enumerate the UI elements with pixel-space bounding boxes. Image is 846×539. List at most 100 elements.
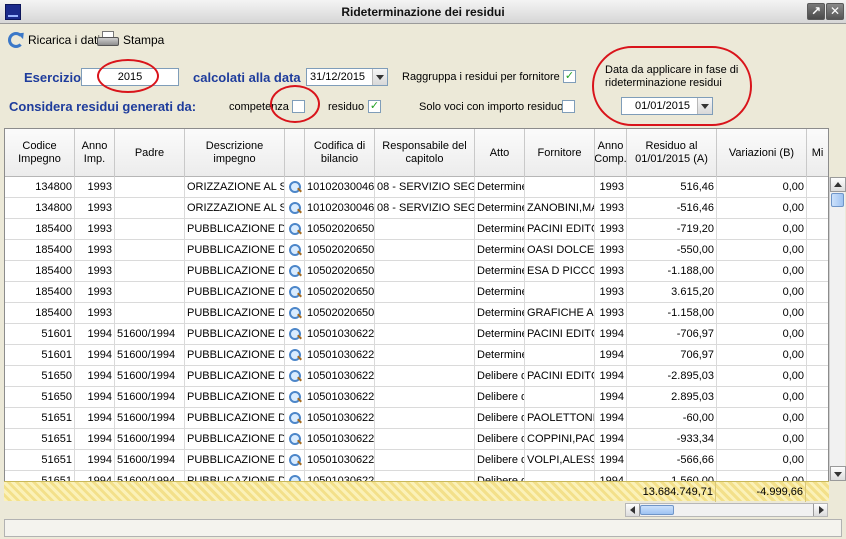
column-header[interactable]: Variazioni (B) <box>717 129 807 177</box>
table-row[interactable]: 1854001993PUBBLICAZIONE DEI10502020650De… <box>5 303 828 324</box>
scroll-down-icon[interactable] <box>830 466 846 481</box>
column-header[interactable]: Codice Impegno <box>5 129 75 177</box>
table-cell: 3.615,20 <box>627 282 717 302</box>
table-cell <box>807 198 828 218</box>
reload-label: Ricarica i dati <box>28 33 101 47</box>
table-row[interactable]: 51650199451600/1994PUBBLICAZIONE DEI1050… <box>5 387 828 408</box>
scroll-right-icon[interactable] <box>813 504 827 516</box>
reload-button[interactable]: Ricarica i dati <box>8 30 100 50</box>
table-cell <box>375 240 475 260</box>
column-header[interactable]: Fornitore <box>525 129 595 177</box>
table-cell <box>807 429 828 449</box>
column-header[interactable]: Mi <box>807 129 828 177</box>
table-row[interactable]: 1854001993PUBBLICAZIONE DEI10502020650De… <box>5 261 828 282</box>
table-row[interactable]: 51651199451600/1994PUBBLICAZIONE DEI1050… <box>5 429 828 450</box>
table-cell: 1993 <box>595 219 627 239</box>
search-icon[interactable] <box>285 198 305 218</box>
residuo-label: residuo <box>328 101 365 113</box>
calcolati-date-value: 31/12/2015 <box>310 71 366 83</box>
table-row[interactable]: 134800 1993 ORIZZAZIONE AL SI 10102030046 08… <box>5 177 828 198</box>
search-icon[interactable] <box>285 282 305 302</box>
esercizio-input[interactable]: 2015 <box>81 68 179 86</box>
scroll-left-icon[interactable] <box>626 504 640 516</box>
table-cell <box>375 303 475 323</box>
column-header[interactable]: Padre <box>115 129 185 177</box>
search-icon[interactable] <box>285 261 305 281</box>
data-applicare-combo[interactable]: 01/01/2015 <box>621 97 713 115</box>
search-icon[interactable] <box>285 240 305 260</box>
table-row[interactable]: 51651199451600/1994PUBBLICAZIONE DEI1050… <box>5 408 828 429</box>
competenza-checkbox[interactable]: ✓ <box>292 100 305 113</box>
table-cell: 1993 <box>75 303 115 323</box>
scroll-up-icon[interactable] <box>830 177 846 192</box>
table-cell: 51600/1994 <box>115 387 185 407</box>
maximize-icon[interactable]: ↗ <box>807 3 825 20</box>
table-cell: PUBBLICAZIONE DEI <box>185 450 285 470</box>
column-header[interactable]: Anno Imp. <box>75 129 115 177</box>
scroll-thumb-horizontal[interactable] <box>640 505 674 515</box>
table-row[interactable]: 1854001993PUBBLICAZIONE DEI10502020650De… <box>5 219 828 240</box>
search-icon[interactable] <box>285 345 305 365</box>
column-header[interactable]: Responsabile del capitolo <box>375 129 475 177</box>
table-row[interactable]: 51651199451600/1994PUBBLICAZIONE DEI1050… <box>5 450 828 471</box>
table-cell: Determine <box>475 345 525 365</box>
print-label: Stampa <box>123 33 165 47</box>
table-cell <box>807 177 828 197</box>
table-cell: 0,00 <box>717 219 807 239</box>
close-icon[interactable]: ✕ <box>826 3 844 20</box>
vertical-scrollbar[interactable] <box>829 177 846 481</box>
table-cell: 134800 <box>5 198 75 218</box>
column-header[interactable] <box>285 129 305 177</box>
calcolati-date-combo[interactable]: 31/12/2015 <box>306 68 388 86</box>
column-header[interactable]: Codifica di bilancio <box>305 129 375 177</box>
table-row[interactable]: 134800 1993 ORIZZAZIONE AL SI 10102030046 08… <box>5 198 828 219</box>
table-row[interactable]: 51601199451600/1994PUBBLICAZIONE DEI1050… <box>5 345 828 366</box>
table-cell <box>375 408 475 428</box>
search-icon[interactable] <box>285 324 305 344</box>
table-cell <box>525 387 595 407</box>
residui-grid: Codice Impegno Anno Imp. Padre Descrizione … <box>4 128 829 500</box>
chevron-down-icon[interactable] <box>372 69 387 85</box>
search-icon[interactable] <box>285 303 305 323</box>
search-icon[interactable] <box>285 429 305 449</box>
table-cell: -1.188,00 <box>627 261 717 281</box>
table-cell: 0,00 <box>717 198 807 218</box>
table-cell: -516,46 <box>627 198 717 218</box>
table-cell: 1994 <box>595 324 627 344</box>
table-cell: 2.895,03 <box>627 387 717 407</box>
column-header[interactable]: Atto <box>475 129 525 177</box>
chevron-down-icon[interactable] <box>697 98 712 114</box>
search-icon[interactable] <box>285 219 305 239</box>
print-button[interactable]: Stampa <box>97 30 164 50</box>
search-icon[interactable] <box>285 366 305 386</box>
column-header[interactable]: Descrizione impegno <box>185 129 285 177</box>
table-cell: 134800 <box>5 177 75 197</box>
table-row[interactable]: 51650199451600/1994PUBBLICAZIONE DEI1050… <box>5 366 828 387</box>
table-cell: 51651 <box>5 429 75 449</box>
search-icon[interactable] <box>285 177 305 197</box>
totals-row: 13.684.749,71 -4.999,66 <box>4 481 829 502</box>
column-header[interactable]: Anno Comp. <box>595 129 627 177</box>
table-row[interactable]: 1854001993PUBBLICAZIONE DEI10502020650De… <box>5 282 828 303</box>
horizontal-scrollbar[interactable] <box>625 503 828 517</box>
scroll-thumb[interactable] <box>831 193 844 207</box>
table-row[interactable]: 1854001993PUBBLICAZIONE DEI10502020650De… <box>5 240 828 261</box>
table-cell: 10502020650 <box>305 219 375 239</box>
table-row[interactable]: 51601199451600/1994PUBBLICAZIONE DEI1050… <box>5 324 828 345</box>
solo-voci-checkbox[interactable]: ✓ <box>562 100 575 113</box>
table-cell <box>375 261 475 281</box>
search-icon[interactable] <box>285 408 305 428</box>
search-icon[interactable] <box>285 387 305 407</box>
filter-panel: Esercizio 2015 calcolati alla data 31/12… <box>0 46 846 126</box>
search-icon[interactable] <box>285 450 305 470</box>
residuo-checkbox[interactable]: ✓ <box>368 100 381 113</box>
table-cell: Delibere d <box>475 429 525 449</box>
table-cell: Delibere d <box>475 408 525 428</box>
table-cell: -2.895,03 <box>627 366 717 386</box>
table-cell: PUBBLICAZIONE DEI <box>185 261 285 281</box>
column-header[interactable]: Residuo al 01/01/2015 (A) <box>627 129 717 177</box>
table-cell: 516,46 <box>627 177 717 197</box>
calcolati-label: calcolati alla data <box>193 70 301 85</box>
table-cell <box>807 261 828 281</box>
raggruppa-checkbox[interactable]: ✓ <box>563 70 576 83</box>
